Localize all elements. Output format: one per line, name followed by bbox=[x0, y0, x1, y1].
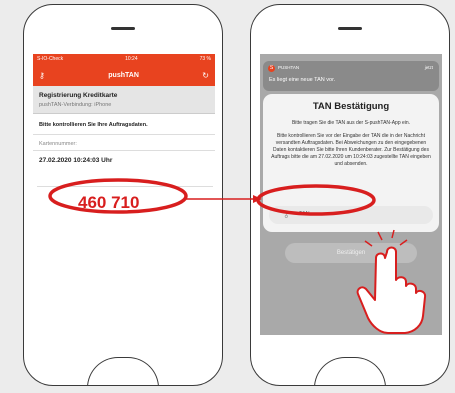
notification-time: jetzt bbox=[424, 65, 433, 70]
order-datetime: 27.02.2020 10:24:03 Uhr bbox=[33, 150, 215, 170]
registration-title: Registrierung Kreditkarte bbox=[39, 92, 118, 99]
app-bar: ⚷ pushTAN ↻ bbox=[33, 64, 215, 86]
sparkasse-icon: S bbox=[268, 65, 275, 72]
notification-app: PUSHTAN bbox=[278, 65, 300, 70]
dialog-title: TAN Bestätigung bbox=[312, 101, 390, 112]
banking-app-screen: S PUSHTAN jetzt Es liegt eine neue TAN v… bbox=[260, 54, 442, 335]
card-label: Kartennummer: bbox=[39, 141, 77, 147]
key-icon: ⚷ bbox=[283, 209, 290, 219]
tan-input[interactable]: ⚷ TAN bbox=[269, 206, 433, 224]
home-button[interactable] bbox=[87, 357, 159, 385]
refresh-icon[interactable]: ↻ bbox=[202, 71, 209, 80]
tan-display: 460 710 bbox=[37, 186, 213, 217]
tan-dialog: TAN Bestätigung Bitte tragen Sie die TAN… bbox=[263, 94, 439, 232]
tan-value: 460 710 bbox=[78, 193, 140, 212]
battery: 73 % bbox=[199, 56, 211, 62]
app-title: pushTAN bbox=[108, 71, 139, 79]
key-icon[interactable]: ⚷ bbox=[39, 71, 45, 80]
clock: 10:24 bbox=[125, 56, 138, 62]
speaker bbox=[111, 27, 135, 30]
phone-right: S PUSHTAN jetzt Es liegt eine neue TAN v… bbox=[250, 4, 450, 386]
check-text: Bitte kontrollieren Sie Ihre Auftragsdat… bbox=[33, 114, 215, 135]
push-notification[interactable]: S PUSHTAN jetzt Es liegt eine neue TAN v… bbox=[263, 61, 439, 91]
tan-placeholder: TAN bbox=[299, 211, 310, 217]
dialog-details: Bitte kontrollieren Sie vor der Eingabe … bbox=[271, 133, 431, 167]
speaker bbox=[338, 27, 362, 30]
pushtan-app-screen: S-IO-Check 10:24 73 % ⚷ pushTAN ↻ Regist… bbox=[33, 54, 215, 335]
notification-text: Es liegt eine neue TAN vor. bbox=[269, 77, 336, 83]
confirm-button[interactable]: Bestätigen bbox=[285, 243, 417, 263]
status-bar: S-IO-Check 10:24 73 % bbox=[33, 54, 215, 64]
dialog-instruction: Bitte tragen Sie die TAN aus der S-pushT… bbox=[291, 120, 411, 126]
registration-connection: pushTAN-Verbindung: iPhone bbox=[39, 102, 112, 108]
carrier: S-IO-Check bbox=[37, 56, 64, 62]
home-button[interactable] bbox=[314, 357, 386, 385]
phone-left: S-IO-Check 10:24 73 % ⚷ pushTAN ↻ Regist… bbox=[23, 4, 223, 386]
registration-block: Registrierung Kreditkarte pushTAN-Verbin… bbox=[33, 86, 215, 114]
